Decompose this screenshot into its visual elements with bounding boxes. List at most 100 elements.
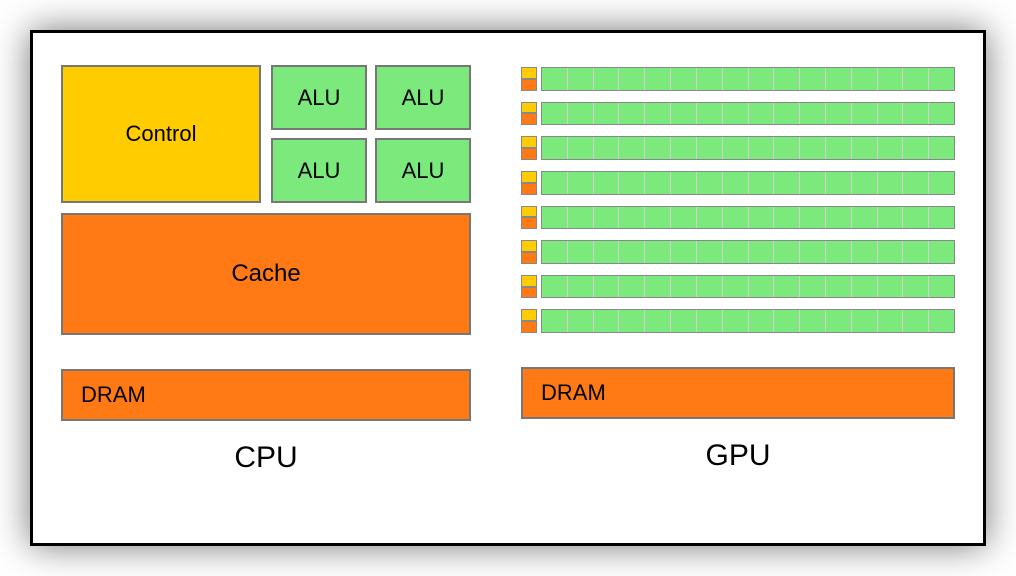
gpu-sm-control-cache xyxy=(521,171,537,195)
gpu-core xyxy=(799,68,825,90)
gpu-sm-row xyxy=(521,275,955,299)
gpu-core xyxy=(825,241,851,263)
gpu-sm-row xyxy=(521,171,955,195)
gpu-core xyxy=(567,241,593,263)
gpu-core xyxy=(928,207,954,229)
gpu-core xyxy=(877,172,903,194)
cpu-top-row: Control ALU ALU ALU ALU xyxy=(61,65,471,203)
gpu-core xyxy=(825,276,851,298)
gpu-core xyxy=(722,68,748,90)
gpu-core xyxy=(670,137,696,159)
gpu-core xyxy=(567,103,593,125)
gpu-core xyxy=(799,207,825,229)
gpu-core xyxy=(748,207,774,229)
gpu-core xyxy=(670,207,696,229)
gpu-core xyxy=(877,68,903,90)
gpu-core xyxy=(618,310,644,332)
gpu-core xyxy=(567,137,593,159)
gpu-core xyxy=(542,172,567,194)
gpu-core xyxy=(748,103,774,125)
gpu-sm-cache-icon xyxy=(521,79,537,91)
gpu-core xyxy=(542,276,567,298)
cpu-dram-block: DRAM xyxy=(61,369,471,421)
gpu-core xyxy=(542,137,567,159)
gpu-core xyxy=(593,241,619,263)
gpu-sm-rows xyxy=(521,65,955,333)
gpu-core xyxy=(928,276,954,298)
gpu-core xyxy=(773,68,799,90)
gpu-core xyxy=(902,172,928,194)
cpu-cache-block: Cache xyxy=(61,213,471,335)
cpu-control-block: Control xyxy=(61,65,261,203)
gpu-core xyxy=(644,310,670,332)
gpu-core xyxy=(851,207,877,229)
gpu-core xyxy=(851,276,877,298)
cpu-alu-block: ALU xyxy=(375,138,471,203)
gpu-sm-row xyxy=(521,206,955,230)
gpu-sm-control-cache xyxy=(521,240,537,264)
gpu-core xyxy=(799,241,825,263)
gpu-core xyxy=(877,310,903,332)
gpu-core xyxy=(670,241,696,263)
gpu-core xyxy=(618,172,644,194)
gpu-core xyxy=(902,103,928,125)
diagram-shadow-wrap: Control ALU ALU ALU ALU Cache DRAM CPU D… xyxy=(30,30,986,546)
gpu-core-strip xyxy=(541,171,955,195)
gpu-sm-cache-icon xyxy=(521,252,537,264)
gpu-core xyxy=(722,103,748,125)
gpu-sm-cache-icon xyxy=(521,148,537,160)
gpu-core xyxy=(618,241,644,263)
gpu-core xyxy=(902,310,928,332)
gpu-core xyxy=(542,241,567,263)
gpu-core xyxy=(722,137,748,159)
gpu-core xyxy=(799,276,825,298)
gpu-core xyxy=(748,241,774,263)
gpu-core xyxy=(593,207,619,229)
gpu-sm-control-cache xyxy=(521,275,537,299)
gpu-core xyxy=(773,207,799,229)
gpu-sm-cache-icon xyxy=(521,321,537,333)
gpu-core xyxy=(902,207,928,229)
gpu-core xyxy=(877,137,903,159)
gpu-core xyxy=(748,137,774,159)
gpu-core xyxy=(593,276,619,298)
gpu-core xyxy=(644,137,670,159)
gpu-sm-control-icon xyxy=(521,206,537,218)
gpu-sm-control-icon xyxy=(521,171,537,183)
gpu-sm-control-cache xyxy=(521,136,537,160)
gpu-core xyxy=(851,310,877,332)
gpu-sm-row xyxy=(521,309,955,333)
gpu-core xyxy=(644,207,670,229)
gpu-core xyxy=(799,137,825,159)
gpu-core xyxy=(722,207,748,229)
gpu-core xyxy=(851,241,877,263)
gpu-sm-control-icon xyxy=(521,136,537,148)
gpu-core xyxy=(567,276,593,298)
gpu-core xyxy=(618,68,644,90)
cpu-alu-block: ALU xyxy=(375,65,471,130)
gpu-core xyxy=(542,207,567,229)
gpu-core xyxy=(722,172,748,194)
gpu-core xyxy=(618,276,644,298)
gpu-core xyxy=(825,103,851,125)
gpu-core-strip xyxy=(541,309,955,333)
gpu-sm-control-cache xyxy=(521,102,537,126)
gpu-core xyxy=(722,276,748,298)
gpu-core xyxy=(825,137,851,159)
gpu-core xyxy=(928,137,954,159)
gpu-sm-control-cache xyxy=(521,67,537,91)
gpu-core xyxy=(851,172,877,194)
gpu-core xyxy=(618,137,644,159)
gpu-core xyxy=(644,68,670,90)
gpu-core xyxy=(799,172,825,194)
gpu-core xyxy=(670,276,696,298)
gpu-core xyxy=(696,276,722,298)
gpu-core xyxy=(928,310,954,332)
gpu-core xyxy=(748,310,774,332)
gpu-core xyxy=(748,172,774,194)
gpu-core-strip xyxy=(541,67,955,91)
gpu-core xyxy=(567,207,593,229)
gpu-core xyxy=(670,103,696,125)
gpu-core xyxy=(567,172,593,194)
gpu-core xyxy=(644,276,670,298)
